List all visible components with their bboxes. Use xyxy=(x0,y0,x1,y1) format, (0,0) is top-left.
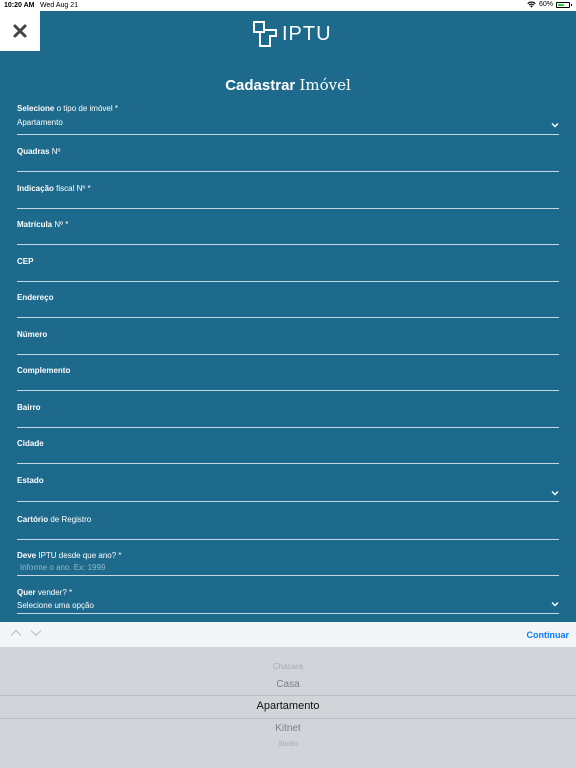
battery-icon xyxy=(556,1,572,8)
status-bar: 10:20 AM Wed Aug 21 60% xyxy=(0,0,576,11)
deve-iptu-field[interactable]: Deve IPTU desde que ano? * Informe o ano… xyxy=(17,551,559,576)
field-label: Bairro xyxy=(17,403,559,412)
field-label: Quer vender? * xyxy=(17,588,559,597)
chevron-down-icon xyxy=(551,491,559,496)
previous-field-icon[interactable] xyxy=(10,629,22,637)
cidade-field[interactable]: Cidade xyxy=(17,439,559,464)
field-label: Endereço xyxy=(17,293,559,302)
field-label: Quadras Nº xyxy=(17,147,559,156)
cartorio-field[interactable]: Cartório de Registro xyxy=(17,515,559,540)
field-label: Selecione o tipo de imóvel * xyxy=(17,104,559,113)
matricula-field[interactable]: Matrícula Nº * xyxy=(17,220,559,245)
complemento-field[interactable]: Complemento xyxy=(17,366,559,391)
label-bold: Complemento xyxy=(17,366,71,375)
estado-select[interactable]: Estado xyxy=(17,476,559,502)
tipo-imovel-select[interactable]: Selecione o tipo de imóvel * Apartamento xyxy=(17,104,559,135)
label-bold: Quer xyxy=(17,588,36,597)
battery-percent: 60% xyxy=(538,1,553,8)
field-label: Indicação fiscal Nº * xyxy=(17,184,559,193)
label-bold: Estado xyxy=(17,476,44,485)
type-picker-wheel[interactable]: Chácara Casa Apartamento Kitnet Studio xyxy=(0,647,576,768)
label-rest: fiscal Nº * xyxy=(53,184,91,193)
label-bold: Endereço xyxy=(17,293,54,302)
label-bold: Selecione xyxy=(17,104,55,113)
iptu-logo: IPTU xyxy=(252,20,332,48)
quadras-field[interactable]: Quadras Nº xyxy=(17,147,559,172)
label-rest: Nº * xyxy=(52,220,69,229)
page-title: Cadastrar Imóvel xyxy=(0,76,576,94)
tipo-imovel-value: Apartamento xyxy=(17,118,63,127)
chevron-down-icon xyxy=(551,602,559,607)
field-label: Número xyxy=(17,330,559,339)
page-title-rest: Imóvel xyxy=(299,76,351,94)
close-icon xyxy=(13,24,27,38)
label-bold: Matrícula xyxy=(17,220,53,229)
label-rest: vender? * xyxy=(35,588,73,597)
wifi-icon xyxy=(527,1,536,8)
picker-option[interactable]: Chácara xyxy=(0,662,576,671)
input-accessory-toolbar: Continuar xyxy=(0,622,576,647)
label-bold: Cidade xyxy=(17,439,44,448)
label-rest: o tipo de imóvel * xyxy=(54,104,118,113)
picker-option-selected[interactable]: Apartamento xyxy=(0,700,576,712)
logo-mark-icon xyxy=(253,21,277,47)
field-nav-arrows xyxy=(10,629,42,637)
label-bold: Cartório xyxy=(17,515,49,524)
picker-option[interactable]: Kitnet xyxy=(0,723,576,734)
field-label: Estado xyxy=(17,476,559,485)
field-label: CEP xyxy=(17,257,559,266)
label-bold: Número xyxy=(17,330,48,339)
status-right: 60% xyxy=(527,1,572,8)
continue-button[interactable]: Continuar xyxy=(527,630,570,640)
status-time: 10:20 AM xyxy=(4,2,35,9)
chevron-down-icon xyxy=(551,123,559,128)
label-rest: Nº xyxy=(49,147,61,156)
cep-field[interactable]: CEP xyxy=(17,257,559,282)
numero-field[interactable]: Número xyxy=(17,330,559,355)
field-label: Complemento xyxy=(17,366,559,375)
indicacao-fiscal-field[interactable]: Indicação fiscal Nº * xyxy=(17,184,559,209)
label-bold: Indicação xyxy=(17,184,54,193)
label-bold: Deve xyxy=(17,551,37,560)
page-title-bold: Cadastrar xyxy=(225,77,296,94)
label-bold: Bairro xyxy=(17,403,41,412)
field-label: Cidade xyxy=(17,439,559,448)
bairro-field[interactable]: Bairro xyxy=(17,403,559,428)
next-field-icon[interactable] xyxy=(30,629,42,637)
field-label: Cartório de Registro xyxy=(17,515,559,524)
battery-fill xyxy=(558,3,564,6)
picker-option[interactable]: Studio xyxy=(0,741,576,748)
label-bold: Quadras xyxy=(17,147,50,156)
close-button[interactable] xyxy=(0,11,40,51)
status-date: Wed Aug 21 xyxy=(40,2,79,9)
field-label: Deve IPTU desde que ano? * xyxy=(17,551,559,560)
quer-vender-select[interactable]: Quer vender? * Selecione uma opção xyxy=(17,588,559,614)
quer-vender-value: Selecione uma opção xyxy=(17,601,94,610)
label-rest: de Registro xyxy=(48,515,92,524)
field-label: Matrícula Nº * xyxy=(17,220,559,229)
logo-text: IPTU xyxy=(282,22,332,45)
endereco-field[interactable]: Endereço xyxy=(17,293,559,318)
deve-iptu-placeholder: Informe o ano. Ex: 1999 xyxy=(20,563,106,572)
label-bold: CEP xyxy=(17,257,34,266)
picker-option[interactable]: Casa xyxy=(0,679,576,690)
label-rest: IPTU desde que ano? * xyxy=(36,551,122,560)
